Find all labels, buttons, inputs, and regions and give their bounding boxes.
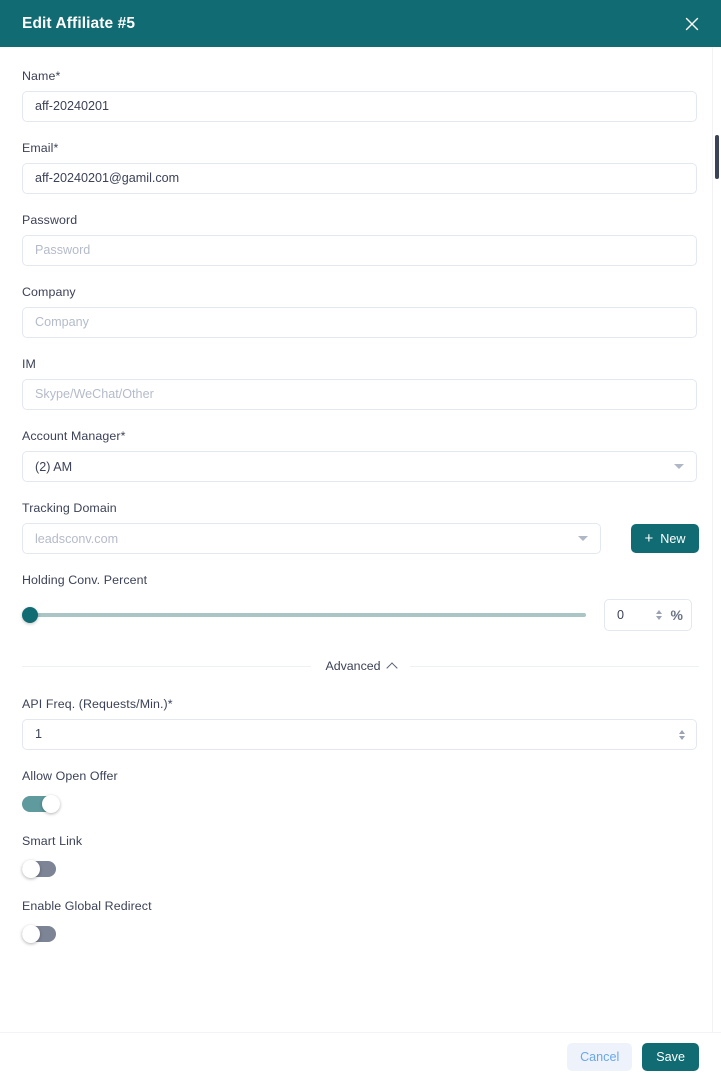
im-placeholder: Skype/WeChat/Other — [35, 387, 154, 402]
enable-global-redirect-toggle[interactable] — [22, 925, 60, 943]
new-button-label: New — [660, 531, 686, 546]
tracking-domain-row: leadsconv.com + New — [22, 523, 699, 554]
add-tracking-domain-button[interactable]: + New — [631, 524, 699, 553]
company-placeholder: Company — [35, 315, 89, 330]
toggle-knob — [22, 925, 40, 943]
holding-conv-percent-stepper[interactable]: 0 % — [604, 599, 692, 631]
scrollbar-thumb[interactable] — [715, 135, 719, 179]
spinner-arrows-icon[interactable] — [653, 610, 665, 620]
password-input[interactable]: Password — [22, 235, 697, 266]
advanced-label: Advanced — [325, 659, 381, 673]
field-company: Company Company — [22, 285, 699, 338]
toggle-knob — [42, 795, 60, 813]
field-allow-open-offer: Allow Open Offer — [22, 769, 699, 813]
account-manager-label: Account Manager* — [22, 429, 126, 443]
cancel-button[interactable]: Cancel — [567, 1043, 633, 1071]
api-freq-value: 1 — [35, 727, 43, 742]
company-label: Company — [22, 285, 76, 299]
dialog-footer: Cancel Save — [0, 1032, 721, 1081]
holding-conv-percent-value: 0 — [617, 608, 625, 622]
field-enable-global-redirect: Enable Global Redirect — [22, 899, 699, 943]
enable-global-redirect-label: Enable Global Redirect — [22, 899, 152, 913]
allow-open-offer-label: Allow Open Offer — [22, 769, 118, 783]
percent-sign: % — [670, 607, 683, 623]
advanced-label-group[interactable]: Advanced — [311, 659, 409, 674]
field-account-manager: Account Manager* (2) AM — [22, 429, 699, 482]
spinner-arrows-icon[interactable] — [676, 729, 688, 740]
slider-thumb[interactable] — [22, 607, 38, 623]
field-email: Email* aff-20240201@gamil.com — [22, 141, 699, 194]
im-label: IM — [22, 357, 36, 371]
divider-right — [409, 665, 699, 667]
api-freq-label: API Freq. (Requests/Min.)* — [22, 697, 173, 711]
company-input[interactable]: Company — [22, 307, 697, 338]
dialog-body: Name* aff-20240201 Email* aff-20240201@g… — [0, 47, 721, 1032]
field-holding-conv-percent: Holding Conv. Percent 0 % — [22, 573, 699, 631]
name-value: aff-20240201 — [35, 99, 110, 114]
allow-open-offer-toggle[interactable] — [22, 795, 60, 813]
plus-icon: + — [644, 530, 654, 547]
email-label: Email* — [22, 141, 59, 155]
tracking-domain-label: Tracking Domain — [22, 501, 117, 515]
field-tracking-domain: Tracking Domain leadsconv.com + New — [22, 501, 699, 554]
page-title: Edit Affiliate #5 — [22, 14, 136, 32]
field-api-freq: API Freq. (Requests/Min.)* 1 — [22, 697, 699, 750]
api-freq-input[interactable]: 1 — [22, 719, 697, 750]
smart-link-toggle[interactable] — [22, 860, 60, 878]
chevron-down-icon — [674, 464, 684, 469]
email-input[interactable]: aff-20240201@gamil.com — [22, 163, 697, 194]
field-im: IM Skype/WeChat/Other — [22, 357, 699, 410]
smart-link-label: Smart Link — [22, 834, 83, 848]
password-placeholder: Password — [35, 243, 91, 258]
scrollbar-track[interactable] — [712, 47, 721, 1032]
toggle-knob — [22, 860, 40, 878]
slider-track — [29, 613, 586, 617]
close-icon[interactable] — [677, 9, 707, 39]
field-smart-link: Smart Link — [22, 834, 699, 878]
name-input[interactable]: aff-20240201 — [22, 91, 697, 122]
holding-conv-percent-label: Holding Conv. Percent — [22, 573, 148, 587]
password-label: Password — [22, 213, 78, 227]
holding-conv-percent-slider[interactable] — [22, 604, 586, 626]
field-password: Password Password — [22, 213, 699, 266]
account-manager-value: (2) AM — [35, 459, 73, 474]
email-value: aff-20240201@gamil.com — [35, 171, 180, 186]
advanced-section-toggle[interactable]: Advanced — [22, 659, 699, 674]
tracking-domain-placeholder: leadsconv.com — [35, 531, 119, 546]
holding-conv-percent-row: 0 % — [22, 599, 699, 631]
chevron-down-icon — [578, 536, 588, 541]
edit-affiliate-dialog: Edit Affiliate #5 Name* aff-20240201 Ema… — [0, 0, 721, 1081]
dialog-header: Edit Affiliate #5 — [0, 0, 721, 47]
chevron-up-icon — [385, 661, 398, 674]
tracking-domain-select[interactable]: leadsconv.com — [22, 523, 601, 554]
im-input[interactable]: Skype/WeChat/Other — [22, 379, 697, 410]
name-label: Name* — [22, 69, 61, 83]
field-name: Name* aff-20240201 — [22, 69, 699, 122]
account-manager-select[interactable]: (2) AM — [22, 451, 697, 482]
save-button[interactable]: Save — [642, 1043, 699, 1071]
divider-left — [22, 665, 312, 667]
